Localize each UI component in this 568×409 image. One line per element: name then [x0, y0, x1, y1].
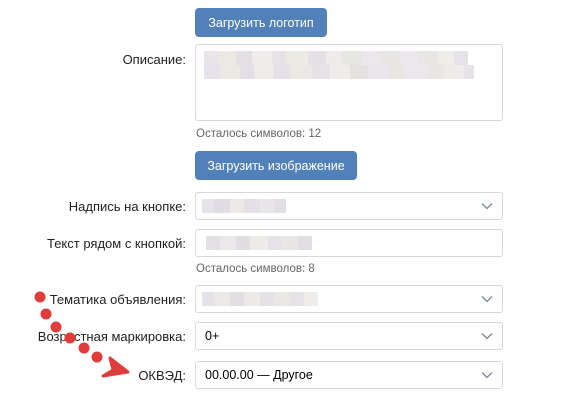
- annotation-arrow: [34, 291, 130, 378]
